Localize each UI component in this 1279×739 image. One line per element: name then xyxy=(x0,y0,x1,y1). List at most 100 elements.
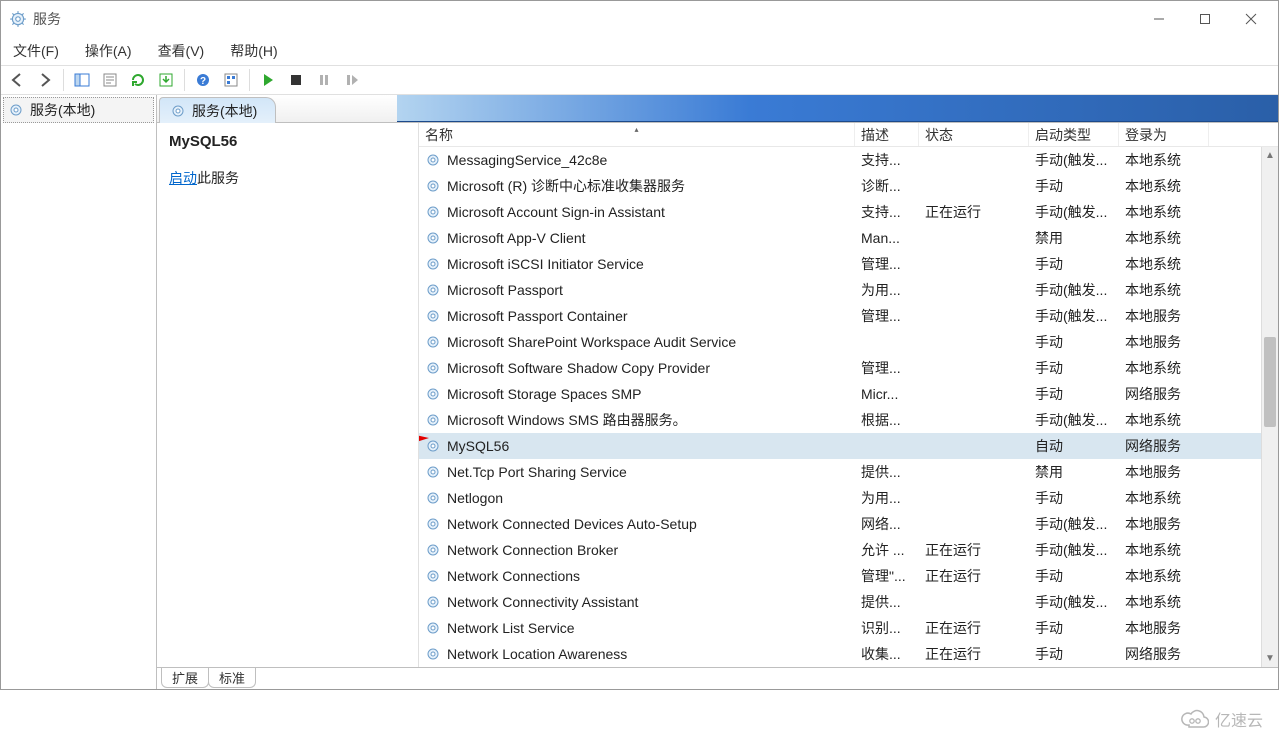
column-header-name[interactable]: 名称 ▴ xyxy=(419,123,855,146)
service-desc-cell: 管理... xyxy=(855,358,919,378)
service-row[interactable]: Microsoft iSCSI Initiator Service管理...手动… xyxy=(419,251,1278,277)
menu-action[interactable]: 操作(A) xyxy=(79,39,138,63)
maximize-button[interactable] xyxy=(1182,4,1228,34)
properties-button[interactable] xyxy=(98,68,122,92)
service-startup-cell: 自动 xyxy=(1029,436,1119,456)
service-desc-cell: 提供... xyxy=(855,462,919,482)
right-tab-services-local[interactable]: 服务(本地) xyxy=(159,97,276,123)
pause-service-button[interactable] xyxy=(312,68,336,92)
scroll-thumb[interactable] xyxy=(1264,337,1276,427)
right-tab-strip: 服务(本地) xyxy=(157,95,1278,123)
service-row[interactable]: Microsoft Passport Container管理...手动(触发..… xyxy=(419,303,1278,329)
service-desc-cell: 为用... xyxy=(855,280,919,300)
service-startup-cell: 手动(触发... xyxy=(1029,514,1119,534)
minimize-button[interactable] xyxy=(1136,4,1182,34)
menu-file[interactable]: 文件(F) xyxy=(7,39,65,63)
service-name-cell: Microsoft Storage Spaces SMP xyxy=(447,386,642,402)
service-name-cell: MessagingService_42c8e xyxy=(447,152,607,168)
scroll-up-icon[interactable]: ▲ xyxy=(1262,147,1278,164)
service-logon-cell: 本地系统 xyxy=(1119,358,1209,378)
service-row[interactable]: Microsoft SharePoint Workspace Audit Ser… xyxy=(419,329,1278,355)
watermark: 亿速云 xyxy=(1181,707,1263,731)
service-row[interactable]: Network Connections管理"...正在运行手动本地系统 xyxy=(419,563,1278,589)
bottom-tab-extended[interactable]: 扩展 xyxy=(161,668,209,688)
service-startup-cell: 禁用 xyxy=(1029,228,1119,248)
refresh-button[interactable] xyxy=(126,68,150,92)
service-row[interactable]: Net.Tcp Port Sharing Service提供...禁用本地服务 xyxy=(419,459,1278,485)
service-name-cell: Microsoft App-V Client xyxy=(447,230,586,246)
service-name-cell: Microsoft (R) 诊断中心标准收集器服务 xyxy=(447,176,685,196)
service-icon xyxy=(425,438,441,454)
service-startup-cell: 手动 xyxy=(1029,176,1119,196)
service-status-cell: 正在运行 xyxy=(919,566,1029,586)
service-desc-cell: Micr... xyxy=(855,386,919,402)
service-startup-cell: 手动 xyxy=(1029,332,1119,352)
service-logon-cell: 本地服务 xyxy=(1119,514,1209,534)
export-list-button[interactable] xyxy=(154,68,178,92)
service-row[interactable]: Microsoft Software Shadow Copy Provider管… xyxy=(419,355,1278,381)
column-header-status[interactable]: 状态 xyxy=(919,123,1029,146)
nav-back-button[interactable] xyxy=(5,68,29,92)
start-service-button[interactable] xyxy=(256,68,280,92)
service-logon-cell: 本地服务 xyxy=(1119,618,1209,638)
close-button[interactable] xyxy=(1228,4,1274,34)
scroll-down-icon[interactable]: ▼ xyxy=(1262,650,1278,667)
svg-text:?: ? xyxy=(200,76,206,87)
list-body[interactable]: MessagingService_42c8e支持...手动(触发...本地系统M… xyxy=(419,147,1278,667)
service-row[interactable]: Microsoft Windows SMS 路由器服务。根据...手动(触发..… xyxy=(419,407,1278,433)
show-hide-tree-button[interactable] xyxy=(70,68,94,92)
service-row[interactable]: Microsoft Passport为用...手动(触发...本地系统 xyxy=(419,277,1278,303)
service-action-line: 启动此服务 xyxy=(169,168,406,188)
service-desc-cell: 收集... xyxy=(855,644,919,664)
service-logon-cell: 网络服务 xyxy=(1119,384,1209,404)
service-icon xyxy=(425,152,441,168)
tree-item-services-local[interactable]: 服务(本地) xyxy=(3,97,154,123)
gear-icon xyxy=(8,102,24,118)
vertical-scrollbar[interactable]: ▲ ▼ xyxy=(1261,147,1278,667)
bottom-tab-standard[interactable]: 标准 xyxy=(208,668,256,688)
service-row[interactable]: Netlogon为用...手动本地系统 xyxy=(419,485,1278,511)
service-row[interactable]: Network Location Awareness收集...正在运行手动网络服… xyxy=(419,641,1278,667)
service-row[interactable]: Microsoft Storage Spaces SMPMicr...手动网络服… xyxy=(419,381,1278,407)
stop-service-button[interactable] xyxy=(284,68,308,92)
service-name-cell: Network Connection Broker xyxy=(447,542,618,558)
nav-forward-button[interactable] xyxy=(33,68,57,92)
column-header-startup[interactable]: 启动类型 xyxy=(1029,123,1119,146)
service-desc-cell: 支持... xyxy=(855,202,919,222)
options-button[interactable] xyxy=(219,68,243,92)
service-desc-cell: 为用... xyxy=(855,488,919,508)
service-row[interactable]: Network Connectivity Assistant提供...手动(触发… xyxy=(419,589,1278,615)
column-header-logon[interactable]: 登录为 xyxy=(1119,123,1209,146)
restart-service-button[interactable] xyxy=(340,68,364,92)
service-desc-cell: 识别... xyxy=(855,618,919,638)
service-desc-cell: 提供... xyxy=(855,592,919,612)
service-row[interactable]: MessagingService_42c8e支持...手动(触发...本地系统 xyxy=(419,147,1278,173)
service-startup-cell: 手动 xyxy=(1029,644,1119,664)
service-icon xyxy=(425,464,441,480)
service-logon-cell: 本地服务 xyxy=(1119,332,1209,352)
service-icon xyxy=(425,516,441,532)
service-row[interactable]: Microsoft App-V ClientMan...禁用本地系统 xyxy=(419,225,1278,251)
service-row[interactable]: Microsoft (R) 诊断中心标准收集器服务诊断...手动本地系统 xyxy=(419,173,1278,199)
menu-help[interactable]: 帮助(H) xyxy=(224,39,283,63)
service-row[interactable]: Network Connected Devices Auto-Setup网络..… xyxy=(419,511,1278,537)
service-logon-cell: 本地系统 xyxy=(1119,592,1209,612)
selected-service-name: MySQL56 xyxy=(169,133,406,150)
help-button[interactable]: ? xyxy=(191,68,215,92)
service-name-cell: Netlogon xyxy=(447,490,503,506)
service-icon xyxy=(425,386,441,402)
service-logon-cell: 本地服务 xyxy=(1119,462,1209,482)
service-name-cell: Microsoft Passport Container xyxy=(447,308,628,324)
service-row[interactable]: Network Connection Broker允许 ...正在运行手动(触发… xyxy=(419,537,1278,563)
service-startup-cell: 手动(触发... xyxy=(1029,410,1119,430)
service-name-cell: Microsoft SharePoint Workspace Audit Ser… xyxy=(447,334,736,350)
service-row[interactable]: Microsoft Account Sign-in Assistant支持...… xyxy=(419,199,1278,225)
service-row[interactable]: MySQL56自动网络服务 xyxy=(419,433,1278,459)
column-header-description[interactable]: 描述 xyxy=(855,123,919,146)
service-row[interactable]: Network List Service识别...正在运行手动本地服务 xyxy=(419,615,1278,641)
menu-view[interactable]: 查看(V) xyxy=(152,39,211,63)
tree-item-label: 服务(本地) xyxy=(30,100,95,120)
start-service-link[interactable]: 启动 xyxy=(169,170,197,186)
service-startup-cell: 手动(触发... xyxy=(1029,202,1119,222)
service-startup-cell: 手动(触发... xyxy=(1029,540,1119,560)
